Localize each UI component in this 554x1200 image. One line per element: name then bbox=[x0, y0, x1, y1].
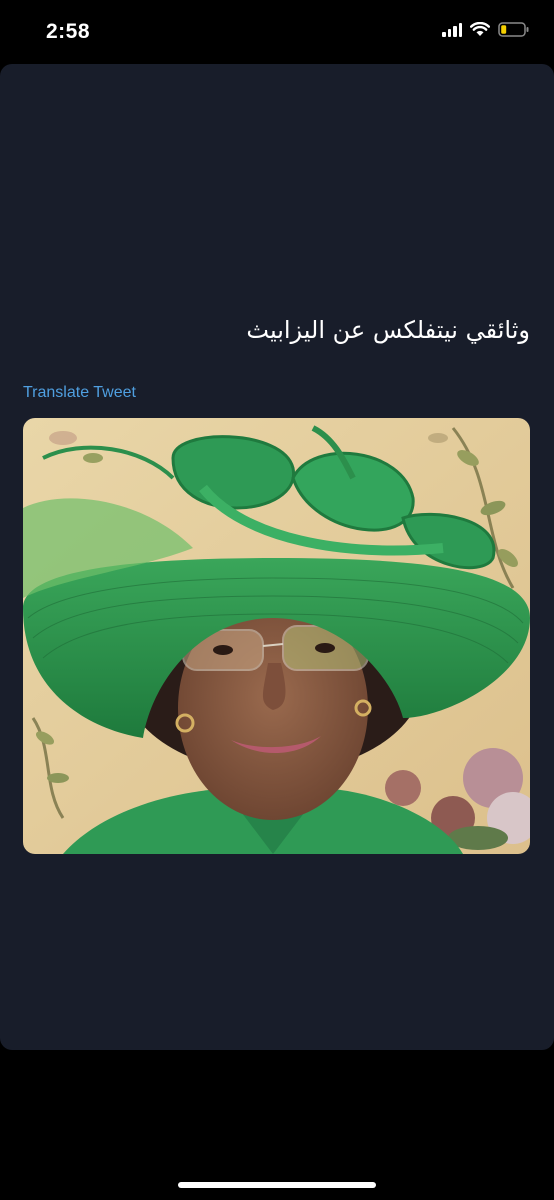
status-bar: 2:58 bbox=[0, 0, 554, 64]
status-time: 2:58 bbox=[46, 20, 91, 43]
wifi-icon bbox=[470, 22, 490, 36]
status-icons bbox=[442, 22, 530, 37]
tweet-photo[interactable] bbox=[23, 418, 530, 854]
battery-low-icon bbox=[498, 22, 529, 37]
cellular-signal-icon bbox=[442, 22, 462, 37]
translate-tweet-link[interactable]: Translate Tweet bbox=[23, 384, 136, 402]
tweet-text: وثائقي نيتفلكس عن اليزابيث bbox=[246, 316, 530, 344]
home-indicator[interactable] bbox=[178, 1182, 376, 1188]
tweet-card: وثائقي نيتفلكس عن اليزابيث Translate Twe… bbox=[0, 64, 554, 1050]
photo-illustration bbox=[23, 418, 530, 854]
